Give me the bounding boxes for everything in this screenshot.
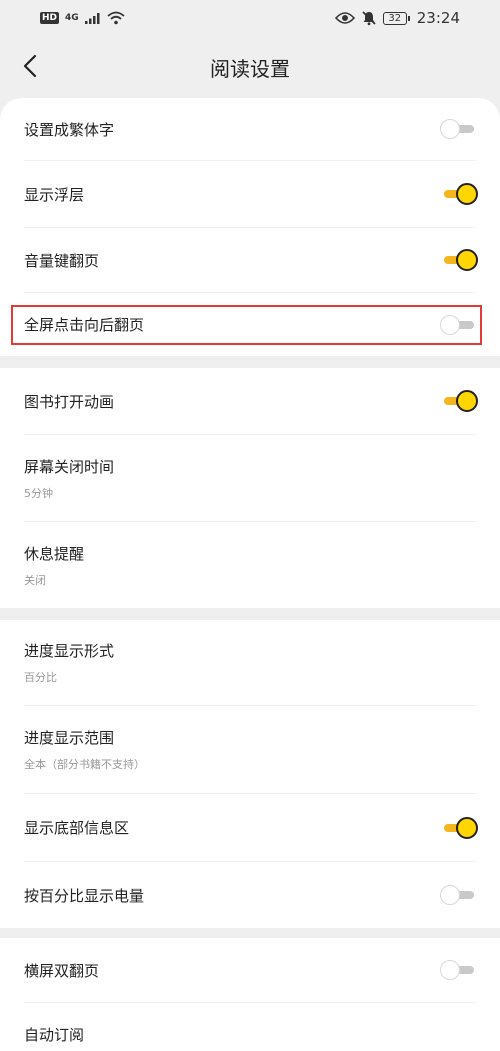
settings-group-1: 设置成繁体字 显示浮层 音量键翻页 全屏点击向后翻页: [0, 98, 500, 356]
setting-row-volume-key-page[interactable]: 音量键翻页: [24, 228, 478, 293]
toggle-switch-traditional-chinese[interactable]: [440, 116, 476, 142]
setting-label: 进度显示形式: [24, 642, 115, 660]
setting-row-auto-subscribe[interactable]: 自动订阅: [24, 1003, 476, 1051]
setting-row-progress-range[interactable]: 进度显示范围 全本（部分书籍不支持）: [24, 706, 476, 794]
signal-icon: [84, 13, 100, 24]
setting-row-screen-off-time[interactable]: 屏幕关闭时间 5分钟: [24, 435, 476, 522]
hd-voice-icon: HD: [40, 12, 60, 24]
settings-group-4: 横屏双翻页 自动订阅: [0, 938, 500, 1051]
setting-label: 显示浮层: [24, 185, 85, 204]
wifi-icon: [107, 11, 125, 25]
page-title: 阅读设置: [210, 56, 290, 81]
status-bar: HD 4G 32 23:24: [0, 0, 500, 36]
setting-row-fullscreen-tap-next[interactable]: 全屏点击向后翻页: [24, 293, 476, 356]
setting-row-book-open-animation[interactable]: 图书打开动画: [24, 368, 478, 435]
mute-bell-icon: [362, 11, 376, 26]
toggle-switch-show-overlay[interactable]: [440, 181, 478, 207]
setting-label: 图书打开动画: [24, 392, 115, 411]
setting-label: 休息提醒: [24, 544, 85, 563]
battery-icon: 32: [382, 11, 410, 25]
network-type-label: 4G: [65, 13, 79, 23]
toggle-switch-battery-percent[interactable]: [440, 882, 476, 908]
back-button[interactable]: [10, 46, 50, 86]
setting-value: 5分钟: [24, 486, 53, 500]
setting-label: 进度显示范围: [24, 729, 115, 747]
status-right: 32 23:24: [334, 9, 460, 27]
setting-label: 屏幕关闭时间: [24, 457, 115, 476]
toggle-switch-volume-key-page[interactable]: [440, 247, 478, 273]
toggle-switch-book-open-animation[interactable]: [440, 388, 478, 414]
toggle-switch-fullscreen-tap-next[interactable]: [440, 312, 476, 338]
setting-row-battery-percent[interactable]: 按百分比显示电量: [24, 862, 476, 928]
setting-row-show-bottom-info[interactable]: 显示底部信息区: [24, 794, 478, 862]
setting-label: 全屏点击向后翻页: [24, 316, 145, 334]
setting-label: 横屏双翻页: [24, 961, 100, 980]
setting-label: 音量键翻页: [24, 251, 100, 270]
chevron-left-icon: [23, 54, 37, 78]
settings-group-2: 图书打开动画 屏幕关闭时间 5分钟 休息提醒 关闭: [0, 368, 500, 608]
settings-group-3: 进度显示形式 百分比 进度显示范围 全本（部分书籍不支持） 显示底部信息区 按百…: [0, 620, 500, 928]
setting-value: 关闭: [24, 573, 46, 587]
toggle-switch-landscape-double-page[interactable]: [440, 957, 476, 983]
setting-row-show-overlay[interactable]: 显示浮层: [24, 161, 478, 228]
setting-row-traditional-chinese[interactable]: 设置成繁体字: [24, 98, 476, 161]
status-left: HD 4G: [40, 11, 125, 25]
setting-label: 按百分比显示电量: [24, 886, 145, 905]
setting-row-landscape-double-page[interactable]: 横屏双翻页: [24, 938, 476, 1003]
setting-label: 显示底部信息区: [24, 819, 130, 837]
setting-label: 自动订阅: [24, 1026, 85, 1044]
battery-level: 32: [388, 12, 402, 24]
eye-icon: [334, 12, 355, 24]
toggle-switch-show-bottom-info[interactable]: [440, 815, 478, 841]
setting-row-rest-reminder[interactable]: 休息提醒 关闭: [24, 522, 476, 608]
setting-value: 百分比: [24, 671, 57, 684]
setting-value: 全本（部分书籍不支持）: [24, 758, 145, 771]
setting-row-progress-format[interactable]: 进度显示形式 百分比: [24, 620, 476, 706]
setting-label: 设置成繁体字: [24, 120, 115, 139]
clock: 23:24: [416, 9, 460, 27]
nav-bar: 阅读设置: [0, 36, 500, 98]
